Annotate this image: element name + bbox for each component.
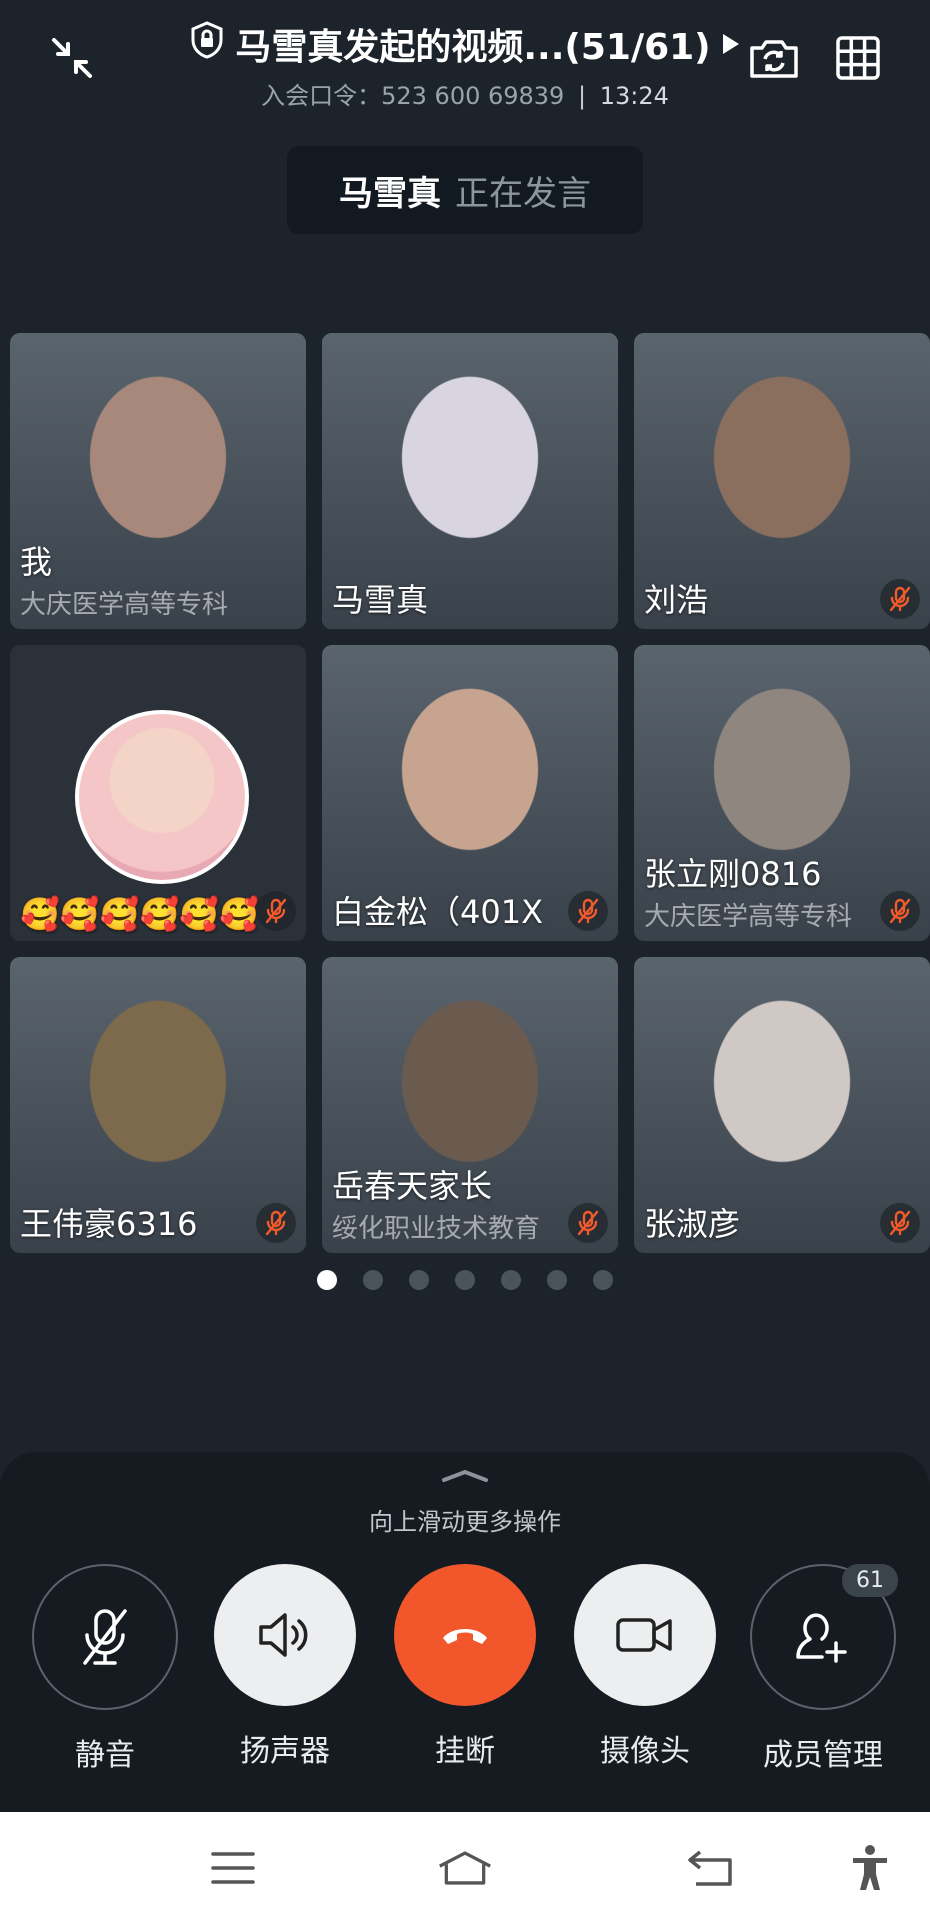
participant-organization: 大庆医学高等专科	[20, 590, 229, 620]
system-navigation-bar	[0, 1812, 930, 1920]
participant-tile[interactable]: 张立刚0816 大庆医学高等专科	[634, 645, 930, 941]
meeting-code: 入会口令：523 600 69839	[261, 82, 565, 110]
participant-tile[interactable]: 白金松（401X	[322, 645, 618, 941]
page-dot[interactable]	[317, 1270, 337, 1290]
participant-tile[interactable]: 🥰🥰🥰🥰🥰🥰	[10, 645, 306, 941]
speaker-name: 马雪真	[339, 173, 441, 214]
active-speaker-banner: 马雪真 正在发言	[287, 146, 643, 234]
chevron-up-icon[interactable]	[440, 1466, 490, 1488]
mic-muted-icon	[256, 891, 296, 931]
participant-tile[interactable]: 马雪真	[322, 333, 618, 629]
participant-name: 张立刚0816	[644, 855, 822, 893]
mute-button[interactable]: 静音	[32, 1564, 178, 1774]
mic-off-icon[interactable]	[32, 1564, 178, 1710]
participant-tile[interactable]: 王伟豪6316	[10, 957, 306, 1253]
speaker-status: 正在发言	[455, 173, 591, 214]
hang-up-icon[interactable]	[394, 1564, 536, 1706]
mic-muted-icon	[568, 1203, 608, 1243]
page-indicator	[0, 1270, 930, 1290]
participant-name: 白金松（401X	[332, 893, 544, 931]
participant-organization: 绥化职业技术教育	[332, 1214, 541, 1244]
page-dot[interactable]	[593, 1270, 613, 1290]
home-icon[interactable]	[437, 1840, 493, 1896]
meeting-title-row[interactable]: 马雪真发起的视频...(51/61)	[189, 18, 740, 70]
member-management-label: 成员管理	[763, 1738, 883, 1773]
page-dot[interactable]	[501, 1270, 521, 1290]
shield-lock-icon	[189, 20, 225, 69]
mic-muted-icon	[880, 579, 920, 619]
participant-name: 我	[20, 543, 53, 581]
mic-muted-icon	[568, 891, 608, 931]
swipe-hint: 向上滑动更多操作	[369, 1508, 561, 1536]
participant-organization: 大庆医学高等专科	[644, 902, 853, 932]
camera-icon[interactable]	[574, 1564, 716, 1706]
mic-muted-icon	[256, 1203, 296, 1243]
member-count-badge: 61	[842, 1564, 898, 1597]
page-dot[interactable]	[547, 1270, 567, 1290]
participant-name: 马雪真	[332, 581, 429, 619]
speaker-label: 扬声器	[240, 1734, 330, 1769]
accessibility-icon[interactable]	[842, 1840, 898, 1896]
hang-up-label: 挂断	[435, 1734, 495, 1769]
page-dot[interactable]	[363, 1270, 383, 1290]
page-dot[interactable]	[455, 1270, 475, 1290]
top-bar: 马雪真发起的视频...(51/61) 入会口令：523 600 69839 | …	[0, 0, 930, 110]
control-panel[interactable]: 向上滑动更多操作 静音 扬声器 挂断 摄像头 61 成员管理	[0, 1452, 930, 1812]
participant-name: 王伟豪6316	[20, 1205, 198, 1243]
grid-view-icon[interactable]	[830, 30, 886, 86]
member-management-button[interactable]: 61 成员管理	[750, 1564, 898, 1774]
mic-muted-icon	[880, 1203, 920, 1243]
back-icon[interactable]	[682, 1840, 738, 1896]
add-member-icon[interactable]: 61	[750, 1564, 898, 1710]
participant-name: 张淑彦	[644, 1205, 741, 1243]
speaker-button[interactable]: 扬声器	[212, 1564, 358, 1770]
speaker-icon[interactable]	[214, 1564, 356, 1706]
mute-label: 静音	[75, 1738, 135, 1773]
hang-up-button[interactable]: 挂断	[392, 1564, 538, 1770]
participant-tile[interactable]: 张淑彦	[634, 957, 930, 1253]
meeting-time: 13:24	[599, 82, 669, 110]
participant-tile[interactable]: 我大庆医学高等专科	[10, 333, 306, 629]
meeting-title: 马雪真发起的视频...(51/61)	[235, 27, 711, 68]
mic-muted-icon	[880, 891, 920, 931]
page-dot[interactable]	[409, 1270, 429, 1290]
subtitle-separator: |	[577, 82, 587, 110]
menu-icon[interactable]	[205, 1840, 261, 1896]
camera-button[interactable]: 摄像头	[572, 1564, 718, 1770]
participant-name: 刘浩	[644, 581, 709, 619]
camera-label: 摄像头	[600, 1734, 690, 1769]
participant-tile[interactable]: 刘浩	[634, 333, 930, 629]
play-icon	[721, 24, 741, 65]
participant-tile[interactable]: 岳春天家长绥化职业技术教育	[322, 957, 618, 1253]
participant-name: 岳春天家长	[332, 1167, 493, 1205]
switch-camera-icon[interactable]	[746, 30, 802, 86]
participant-name: 🥰🥰🥰🥰🥰🥰	[20, 895, 260, 933]
